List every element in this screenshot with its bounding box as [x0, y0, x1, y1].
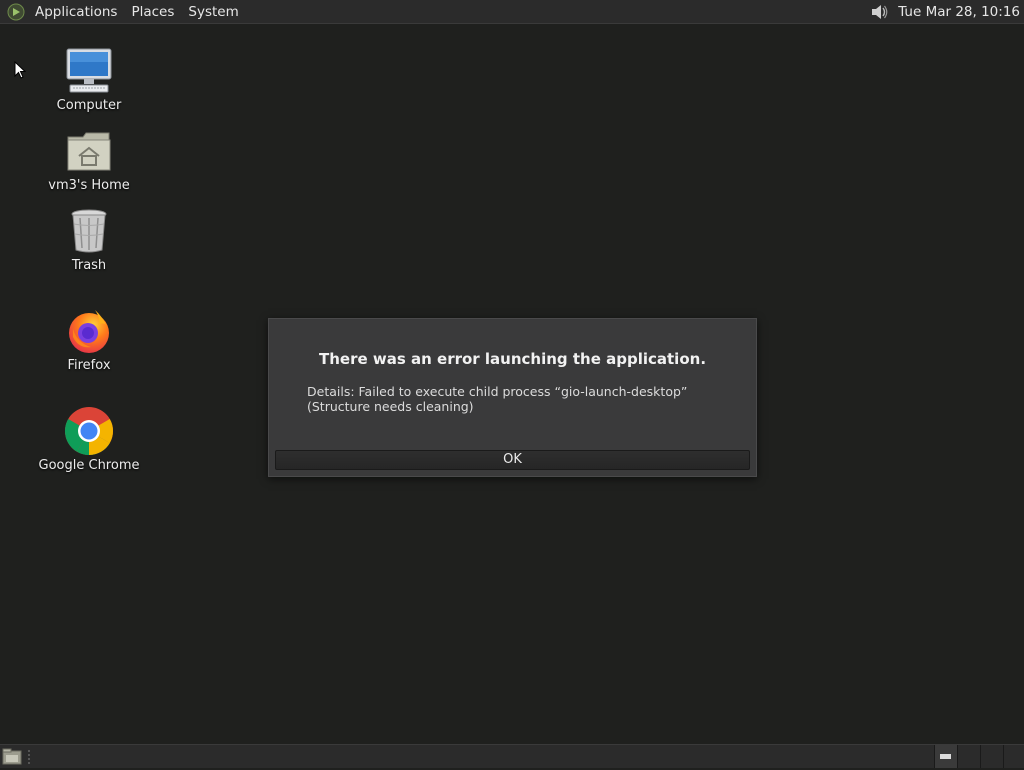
clock[interactable]: Tue Mar 28, 10:16 — [892, 0, 1024, 24]
error-dialog: There was an error launching the applica… — [268, 318, 757, 477]
ok-button[interactable]: OK — [275, 450, 750, 470]
mate-logo-icon[interactable] — [4, 0, 28, 24]
workspace-2[interactable] — [957, 745, 980, 768]
menu-places[interactable]: Places — [124, 0, 181, 24]
dialog-details: Details: Failed to execute child process… — [307, 384, 688, 414]
home-folder-icon — [63, 126, 115, 176]
chrome-icon — [63, 406, 115, 456]
workspace-1[interactable] — [934, 745, 957, 768]
menu-system[interactable]: System — [181, 0, 245, 24]
desktop-icon-label: Google Chrome — [38, 458, 140, 473]
workspace-window-preview — [940, 754, 951, 759]
bottom-panel — [0, 744, 1024, 768]
desktop-icon-firefox[interactable]: Firefox — [29, 306, 149, 373]
workspace-4[interactable] — [1003, 745, 1024, 768]
firefox-icon — [63, 306, 115, 356]
volume-icon[interactable] — [866, 0, 892, 24]
workspace-3[interactable] — [980, 745, 1003, 768]
desktop-icon-chrome[interactable]: Google Chrome — [29, 406, 149, 473]
trash-icon — [63, 206, 115, 256]
menu-applications[interactable]: Applications — [28, 0, 124, 24]
desktop-icon-computer[interactable]: Computer — [29, 46, 149, 113]
desktop-icon-home[interactable]: vm3's Home — [29, 126, 149, 193]
dialog-title: There was an error launching the applica… — [318, 350, 707, 368]
mouse-cursor-icon — [14, 60, 27, 83]
computer-icon — [63, 46, 115, 96]
top-panel: Applications Places System Tue Mar 28, 1… — [0, 0, 1024, 24]
show-desktop-icon[interactable] — [2, 748, 22, 766]
desktop-icon-label: vm3's Home — [48, 178, 130, 193]
desktop-icon-label: Firefox — [67, 358, 111, 373]
desktop-icon-label: Trash — [71, 258, 107, 273]
desktop-icon-trash[interactable]: Trash — [29, 206, 149, 273]
desktop-icon-label: Computer — [56, 98, 122, 113]
panel-handle[interactable] — [27, 749, 31, 764]
